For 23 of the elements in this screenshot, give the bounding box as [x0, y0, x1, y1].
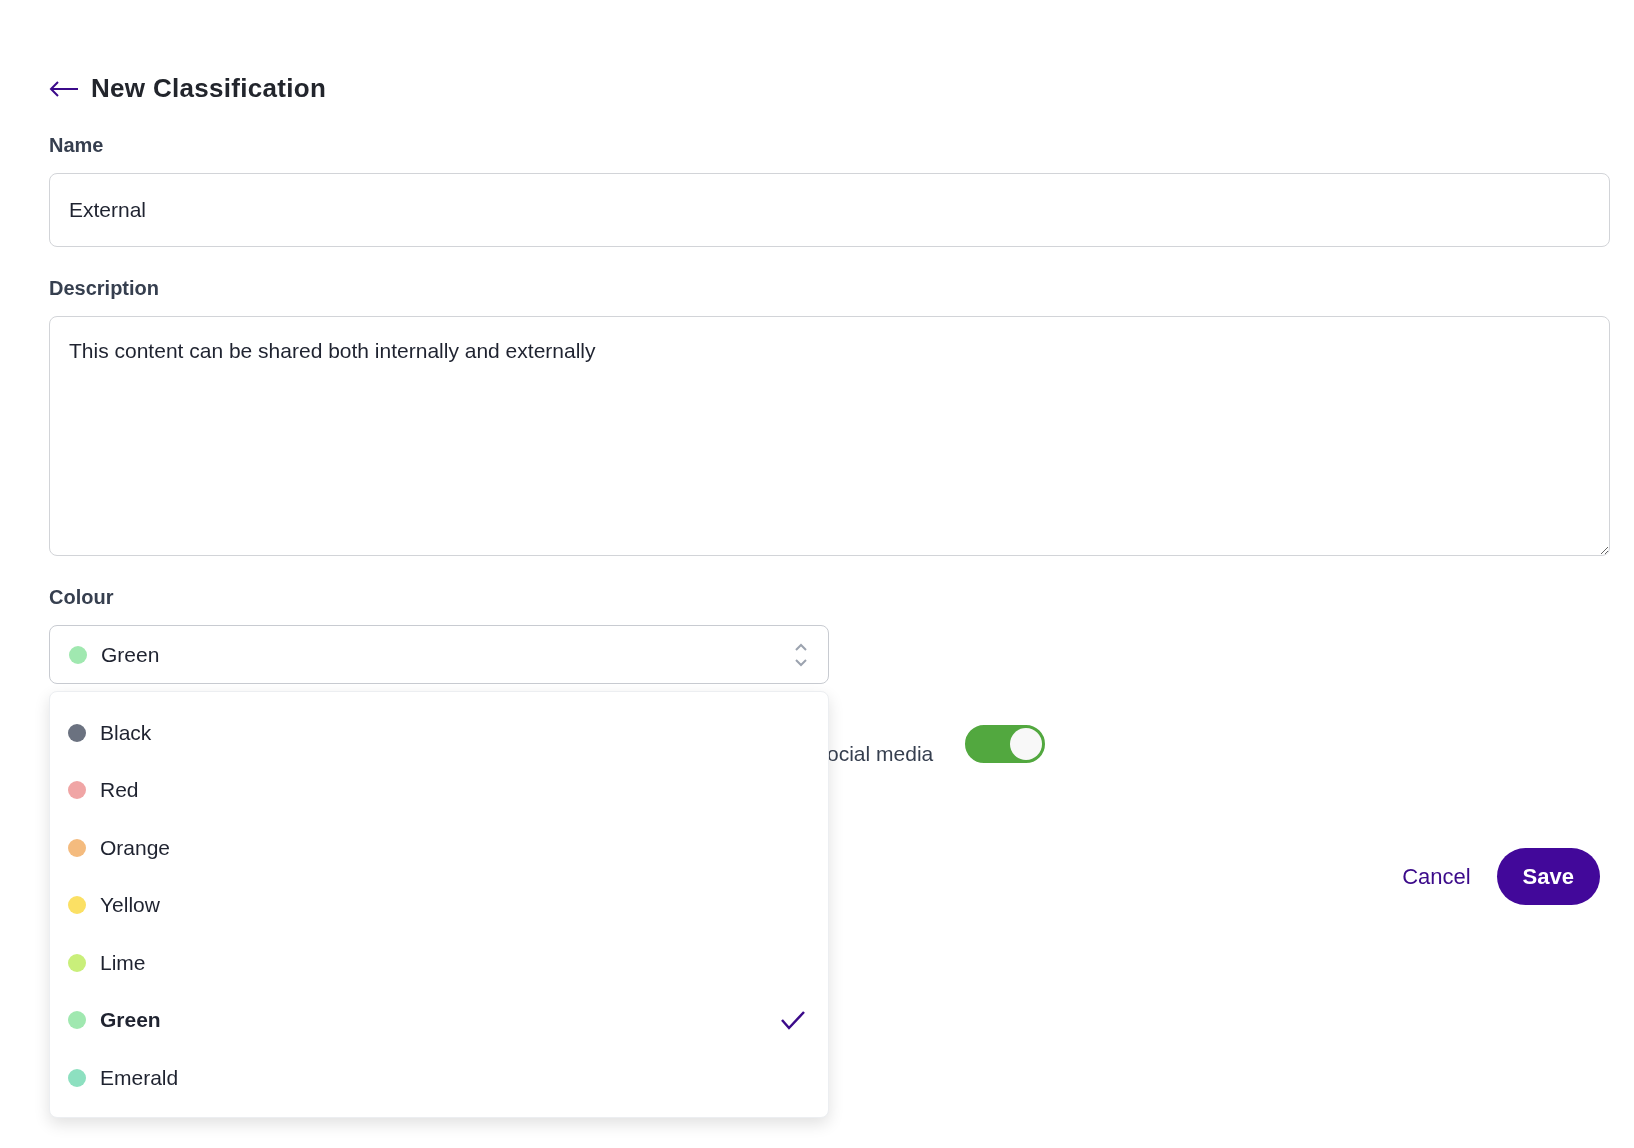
- field-label: Description: [49, 277, 160, 300]
- dropdown-option[interactable]: Lime: [50, 934, 828, 992]
- description-field[interactable]: This content can be shared both internally and externally: [49, 316, 1610, 556]
- select-value: Green: [101, 642, 161, 667]
- dropdown-option[interactable]: Emerald: [50, 1049, 828, 1107]
- page-title: New Classification: [91, 73, 327, 104]
- check-icon: [780, 1010, 806, 1031]
- dropdown-option[interactable]: Green: [50, 991, 828, 1049]
- field-label: Colour: [49, 586, 114, 609]
- dropdown-option[interactable]: Red: [50, 761, 828, 819]
- chevron-up-down-icon: [794, 641, 808, 668]
- colour-select[interactable]: Green: [49, 625, 829, 684]
- name-field[interactable]: External: [49, 173, 1610, 247]
- dropdown-option[interactable]: Yellow: [50, 876, 828, 934]
- back-arrow-icon: [49, 80, 79, 97]
- dropdown-option[interactable]: Orange: [50, 819, 828, 877]
- dropdown-option[interactable]: Black: [50, 704, 828, 762]
- field-label: Name: [49, 134, 104, 157]
- save-button[interactable]: Save: [1496, 848, 1600, 905]
- back-button[interactable]: [49, 80, 79, 97]
- toggle-switch[interactable]: [965, 725, 1046, 763]
- toggle-label: ocial media: [827, 742, 934, 766]
- cancel-link[interactable]: Cancel: [1402, 863, 1471, 890]
